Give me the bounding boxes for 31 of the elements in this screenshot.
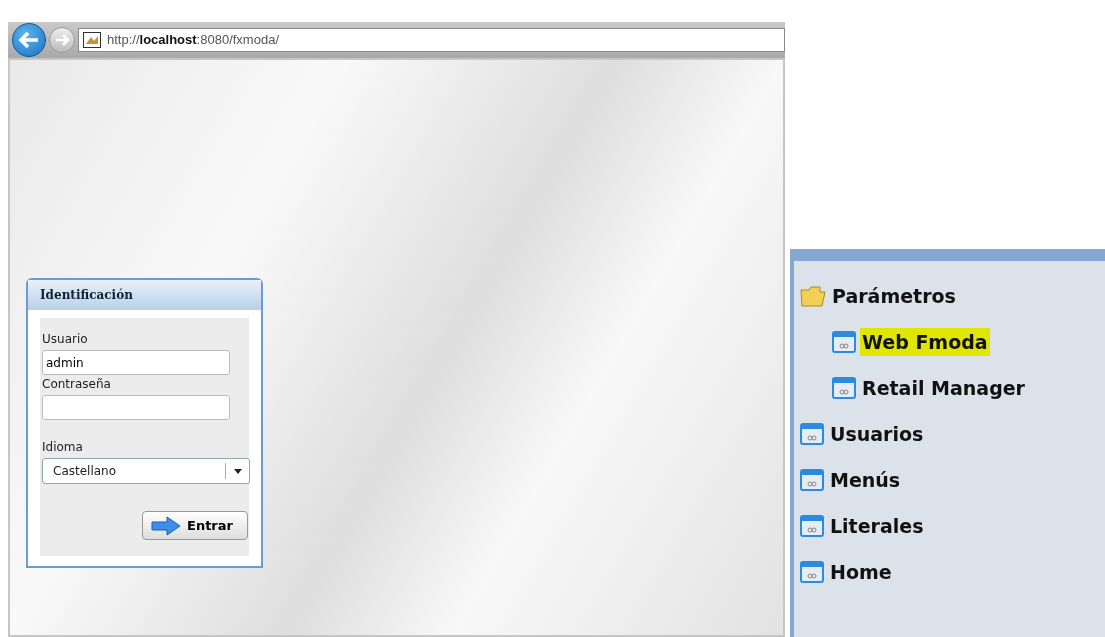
- password-field[interactable]: [42, 395, 230, 420]
- url-text: http://localhost:8080/fxmoda/: [107, 31, 279, 50]
- right-arrow-icon: [151, 515, 181, 536]
- window-icon: [800, 560, 824, 584]
- language-dropdown[interactable]: Castellano: [42, 458, 250, 484]
- menu-item[interactable]: Menús: [828, 465, 903, 495]
- back-button[interactable]: [12, 23, 46, 57]
- window-icon: [832, 330, 856, 354]
- menu-item[interactable]: Usuarios: [828, 419, 926, 449]
- menu-item[interactable]: Literales: [828, 511, 926, 541]
- window-icon: [800, 422, 824, 446]
- field-label: Usuario: [42, 331, 89, 348]
- forward-arrow-icon: [54, 33, 70, 47]
- dropdown-caret-icon: [233, 468, 242, 474]
- field-label: Idioma: [42, 439, 84, 456]
- forward-button[interactable]: [49, 27, 75, 53]
- menu-item[interactable]: Home: [828, 557, 894, 587]
- window-icon: [832, 376, 856, 400]
- back-arrow-icon: [18, 31, 40, 49]
- window-icon: [800, 468, 824, 492]
- field-label: Contraseña: [42, 376, 112, 393]
- site-icon: [83, 32, 101, 48]
- menu-item[interactable]: Parámetros: [830, 281, 958, 311]
- address-bar[interactable]: http://localhost:8080/fxmoda/: [78, 28, 785, 52]
- login-button[interactable]: Entrar: [142, 511, 248, 540]
- menu-item[interactable]: Retail Manager: [860, 373, 1027, 403]
- panel-title: Identificación: [28, 280, 261, 310]
- window-icon: [800, 514, 824, 538]
- menu-item[interactable]: Web Fmoda: [860, 327, 990, 357]
- username-field[interactable]: admin: [42, 350, 230, 375]
- folder-icon: [800, 284, 826, 308]
